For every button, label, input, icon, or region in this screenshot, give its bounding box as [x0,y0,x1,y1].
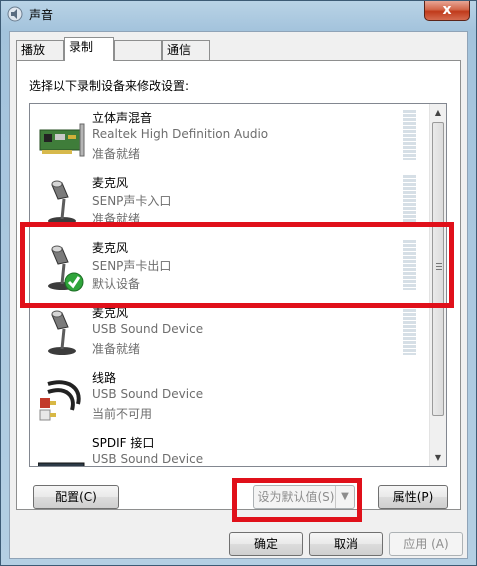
instruction-text: 选择以下录制设备来修改设置: [29,79,190,93]
tab-label: 录制 [69,40,94,54]
window-title: 声音 [29,8,54,22]
device-status: 准备就绪 [92,147,141,161]
list-item[interactable]: SPDIF 接口 USB Sound Device [30,429,429,466]
microphone-icon [48,180,76,225]
level-meter [403,175,416,225]
sound-dialog: 声音 x 播放 录制 通信 选择以下录制设备来修改设置: 立体声混音 Realt… [0,0,477,566]
list-item[interactable]: 麦克风 SENP声卡入口 准备就绪 [30,169,429,234]
device-description: USB Sound Device [92,322,204,336]
dialog-body: 播放 录制 通信 选择以下录制设备来修改设置: 立体声混音 Realtek Hi… [9,31,468,559]
tab-recording[interactable]: 录制 [64,37,114,61]
device-description: USB Sound Device [92,452,204,466]
list-item[interactable]: 麦克风 USB Sound Device 准备就绪 [30,299,429,364]
cancel-button[interactable]: 取消 [309,532,383,556]
grip-icon [436,263,442,271]
device-list[interactable]: 立体声混音 Realtek High Definition Audio 准备就绪… [29,103,447,467]
device-name: 麦克风 [92,176,129,190]
microphone-icon [48,310,76,355]
recording-panel: 选择以下录制设备来修改设置: 立体声混音 Realtek High Defini… [16,60,461,510]
configure-button[interactable]: 配置(C) [33,485,119,509]
set-default-split-button[interactable]: 设为默认值(S) ▼ [253,485,355,509]
close-button[interactable]: x [424,1,470,21]
scroll-up-arrow-icon[interactable]: ▲ [430,104,446,121]
list-item[interactable]: 立体声混音 Realtek High Definition Audio 准备就绪 [30,104,429,169]
device-description: SENP声卡入口 [92,194,172,208]
device-status: 默认设备 [92,277,141,291]
tab-sounds[interactable] [114,40,162,60]
level-meter [403,305,416,355]
properties-button[interactable]: 属性(P) [378,485,448,509]
tab-playback[interactable]: 播放 [16,40,64,60]
set-default-label: 设为默认值(S) [257,490,335,504]
list-item[interactable]: 线路 USB Sound Device 当前不可用 [30,364,429,429]
speaker-icon [7,6,23,22]
list-item[interactable]: 麦克风 SENP声卡出口 默认设备 [30,234,429,299]
device-status: 当前不可用 [92,407,153,421]
device-description: SENP声卡出口 [92,259,172,273]
rca-cable-icon [39,380,81,421]
device-name: 麦克风 [92,306,129,320]
device-status: 准备就绪 [92,342,141,356]
scroll-thumb[interactable] [432,122,444,416]
device-name: 立体声混音 [92,111,153,125]
scroll-down-arrow-icon[interactable]: ▼ [430,449,446,466]
list-scrollbar[interactable]: ▲ ▼ [429,104,446,466]
device-description: USB Sound Device [92,387,204,401]
dropdown-arrow-icon[interactable]: ▼ [335,486,354,508]
tab-communications[interactable]: 通信 [162,40,210,60]
device-name: 线路 [92,371,117,385]
sound-card-icon [39,123,85,157]
spdif-device-icon [38,462,85,466]
tab-label: 通信 [167,43,192,57]
title-bar[interactable]: 声音 x [1,1,476,27]
device-description: Realtek High Definition Audio [92,127,269,141]
ok-button[interactable]: 确定 [229,532,303,556]
apply-button[interactable]: 应用 (A) [389,532,463,556]
level-meter [403,240,416,290]
device-name: 麦克风 [92,241,129,255]
device-status: 准备就绪 [92,212,141,226]
microphone-default-icon [48,245,84,292]
level-meter [403,110,416,160]
device-name: SPDIF 接口 [92,436,155,450]
tab-label: 播放 [21,43,46,57]
